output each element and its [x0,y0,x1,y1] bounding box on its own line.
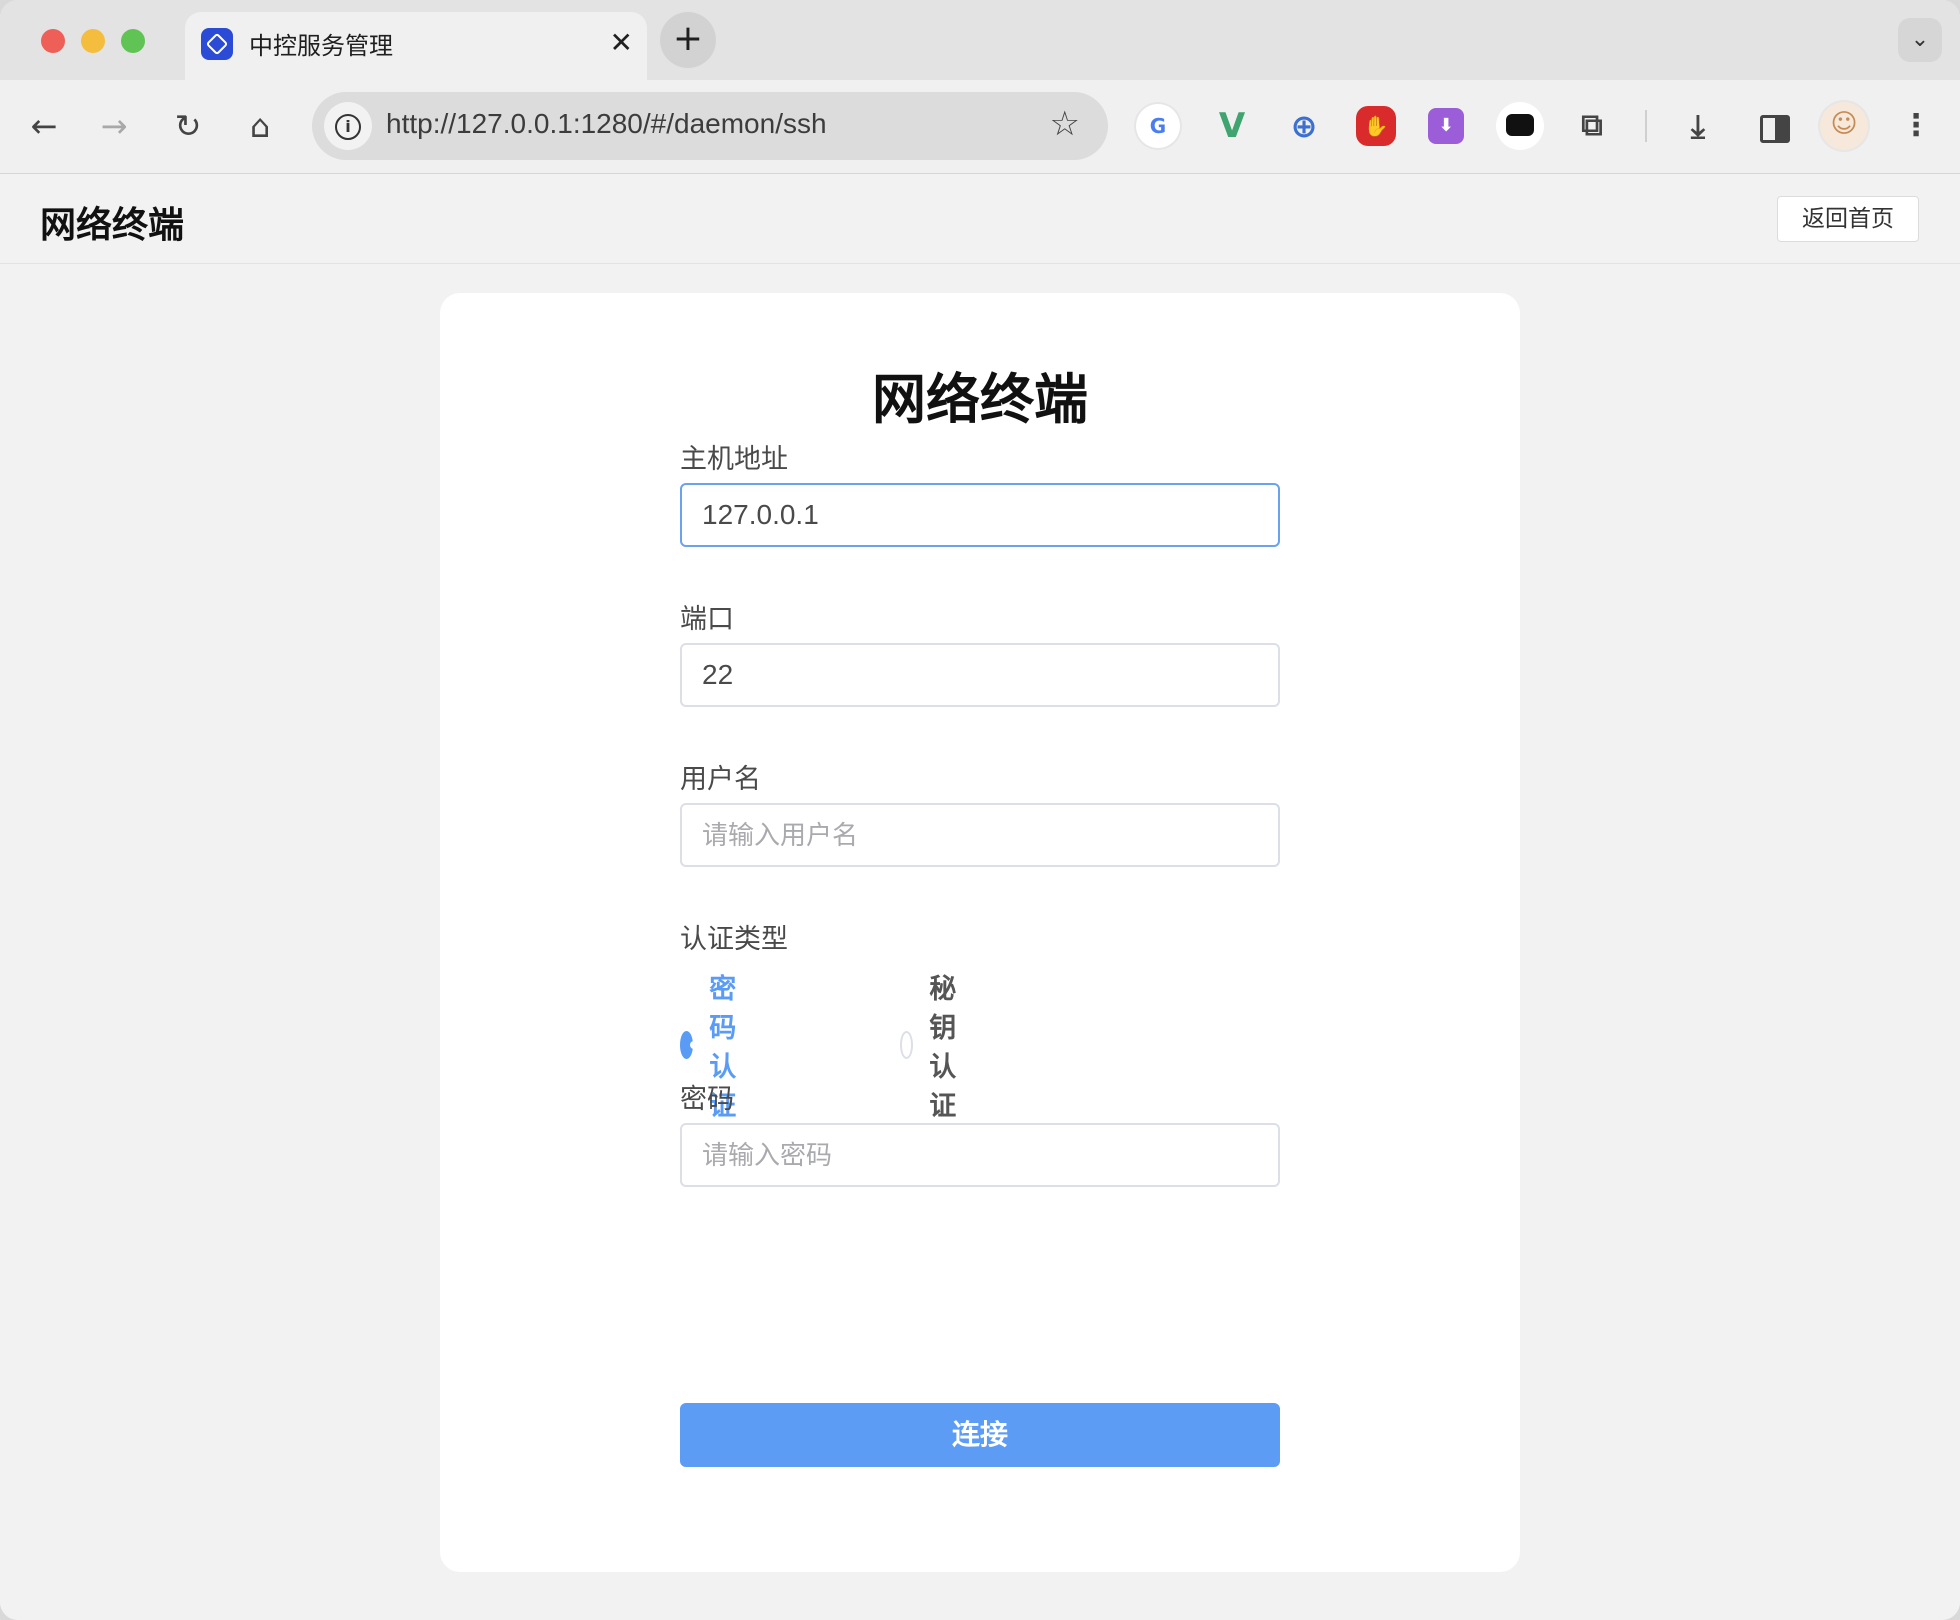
vue-devtools-icon[interactable]: V [1210,104,1254,148]
tampermonkey-icon[interactable] [1496,102,1544,150]
toolbar-divider [1645,110,1647,142]
tab-title: 中控服务管理 [249,32,393,60]
browser-toolbar: ← → ↻ ⌂ i http://127.0.0.1:1280/#/daemon… [0,80,1960,174]
port-label: 端口 [680,604,734,635]
new-tab-button[interactable]: + [660,12,716,68]
page-content: 网络终端 返回首页 网络终端 主机地址 端口 用户名 认证类型 密码认证 秘钥认… [0,174,1960,1620]
password-input[interactable] [680,1123,1280,1187]
tab-active[interactable]: 中控服务管理 ✕ [185,12,647,80]
tab-strip: 中控服务管理 ✕ + ⌄ [0,0,1960,80]
back-home-button[interactable]: 返回首页 [1777,196,1919,242]
minimize-window-button[interactable] [81,29,105,53]
extensions-puzzle-icon[interactable]: ⧉ [1570,104,1614,148]
url-text[interactable]: http://127.0.0.1:1280/#/daemon/ssh [386,108,827,140]
password-label: 密码 [680,1084,734,1115]
page-title: 网络终端 [872,368,1088,431]
connect-button[interactable]: 连接 [680,1403,1280,1467]
radio-password-auth[interactable]: 密码认证 [680,974,751,1122]
radio-unchecked-icon[interactable] [900,1031,914,1059]
host-input[interactable] [680,483,1280,547]
host-label: 主机地址 [680,444,788,475]
radio-checked-icon[interactable] [680,1031,699,1059]
close-window-button[interactable] [41,29,65,53]
tab-close-icon[interactable]: ✕ [610,26,633,60]
forward-arrow-icon[interactable]: → [92,104,136,148]
address-bar[interactable]: i http://127.0.0.1:1280/#/daemon/ssh ☆ [312,92,1108,160]
google-translate-icon[interactable]: G [1136,104,1180,148]
back-arrow-icon[interactable]: ← [22,104,66,148]
browser-window: 中控服务管理 ✕ + ⌄ ← → ↻ ⌂ i http://127.0.0.1:… [0,0,1960,1620]
maximize-window-button[interactable] [121,29,145,53]
tab-list-chevron-icon[interactable]: ⌄ [1898,18,1942,62]
download-helper-icon[interactable]: ⬇ [1428,108,1464,144]
password-manager-icon[interactable]: ⊕ [1282,104,1326,148]
auth-type-label: 认证类型 [680,924,788,955]
more-menu-icon[interactable]: ⋮ [1894,104,1938,148]
radio-key-auth[interactable]: 秘钥认证 [900,974,971,1122]
home-icon[interactable]: ⌂ [238,104,282,148]
profile-avatar[interactable]: ☺ [1820,102,1868,150]
side-panel-icon[interactable] [1750,104,1794,148]
app-header-title: 网络终端 [40,205,185,246]
username-label: 用户名 [680,764,761,795]
port-input[interactable] [680,643,1280,707]
username-input[interactable] [680,803,1280,867]
app-header: 网络终端 返回首页 [0,174,1960,264]
radio-key-auth-label[interactable]: 秘钥认证 [929,967,971,1123]
downloads-icon[interactable]: ⤓ [1676,104,1720,148]
adblock-icon[interactable]: ✋ [1356,106,1396,146]
reload-icon[interactable]: ↻ [166,104,210,148]
bookmark-star-icon[interactable]: ☆ [1050,104,1080,144]
site-info-button[interactable]: i [324,102,372,150]
info-icon: i [335,113,361,140]
ssh-form-card: 网络终端 主机地址 端口 用户名 认证类型 密码认证 秘钥认证 密码 连接 [440,293,1520,1572]
app-favicon-icon [201,28,233,60]
